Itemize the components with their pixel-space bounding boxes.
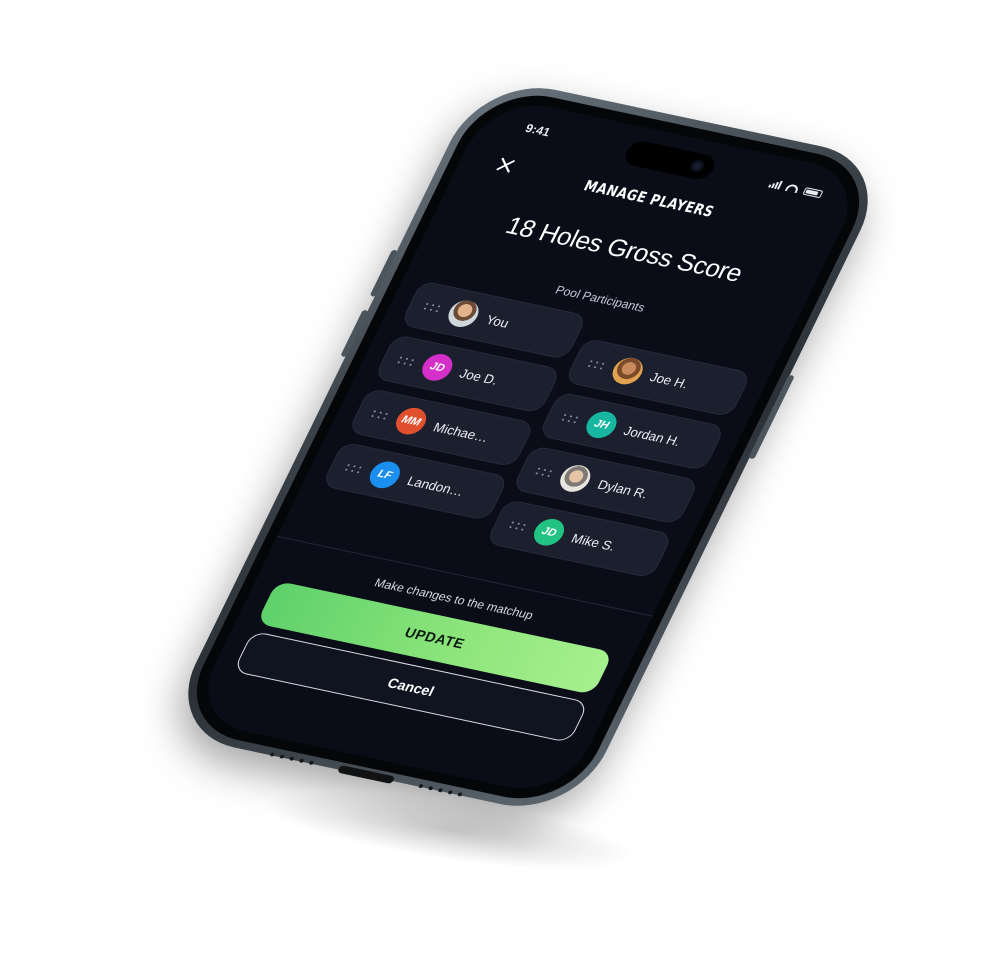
avatar: MM	[391, 405, 432, 438]
phone-device: 9:41 MANAGE PLAYERS 18 Holes Gross Score…	[162, 74, 894, 820]
avatar: JH	[581, 408, 622, 441]
drag-handle-icon[interactable]	[587, 359, 606, 370]
avatar	[555, 462, 596, 495]
avatar: JD	[529, 516, 570, 549]
camera-icon	[688, 159, 706, 173]
status-time: 9:41	[522, 121, 553, 140]
drag-handle-icon[interactable]	[423, 302, 442, 312]
dynamic-island	[621, 139, 719, 182]
participant-name: Dylan R.	[595, 476, 651, 501]
participant-name: Michae…	[431, 419, 492, 445]
wifi-icon	[784, 182, 801, 193]
participant-name: Landon…	[404, 472, 467, 499]
avatar: LF	[364, 458, 405, 491]
participant-name: Jordan H.	[621, 422, 684, 449]
participant-name: Joe H.	[647, 369, 692, 391]
battery-icon	[802, 186, 824, 198]
drag-handle-icon[interactable]	[345, 463, 363, 473]
app-screen: 9:41 MANAGE PLAYERS 18 Holes Gross Score…	[187, 94, 869, 800]
drag-handle-icon[interactable]	[371, 409, 389, 420]
avatar	[443, 297, 484, 330]
signal-icon	[768, 179, 783, 190]
avatar	[607, 355, 648, 387]
status-icons	[768, 179, 824, 198]
stage: 9:41 MANAGE PLAYERS 18 Holes Gross Score…	[0, 0, 1006, 976]
drag-handle-icon[interactable]	[397, 356, 416, 366]
drag-handle-icon[interactable]	[561, 413, 580, 423]
avatar: JD	[417, 351, 458, 384]
participant-name: Joe D.	[457, 365, 501, 388]
drag-handle-icon[interactable]	[535, 467, 554, 477]
drag-handle-icon[interactable]	[509, 520, 527, 531]
participant-name: Mike S.	[569, 530, 619, 554]
participant-name: You	[483, 311, 512, 331]
